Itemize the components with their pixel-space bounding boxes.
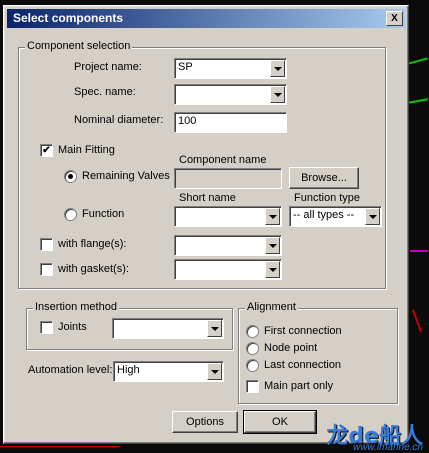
main-part-only-checkbox[interactable]	[246, 380, 259, 393]
dialog-title: Select components	[13, 11, 124, 25]
spec-name-select[interactable]	[174, 84, 287, 105]
check-icon: ✔	[42, 145, 51, 156]
background-line	[0, 446, 120, 447]
component-name-field[interactable]	[174, 168, 282, 189]
background-line	[408, 57, 428, 65]
last-connection-radio[interactable]	[246, 359, 259, 372]
flanges-select[interactable]	[174, 235, 282, 256]
short-name-select[interactable]	[174, 206, 282, 227]
close-button[interactable]: X	[386, 11, 403, 26]
select-components-dialog: Select components X Component selection …	[3, 5, 409, 444]
node-point-radio[interactable]	[246, 342, 259, 355]
with-gaskets-label: with gasket(s):	[58, 263, 129, 275]
main-fitting-checkbox[interactable]: ✔	[40, 144, 53, 157]
with-flanges-label: with flange(s):	[58, 238, 127, 250]
nominal-diameter-label: Nominal diameter:	[74, 114, 164, 126]
chevron-down-icon[interactable]	[270, 60, 285, 77]
automation-level-label: Automation level:	[28, 364, 113, 376]
node-point-label: Node point	[264, 342, 318, 354]
joints-label: Joints	[58, 321, 87, 333]
alignment-legend: Alignment	[245, 301, 298, 313]
options-button[interactable]: Options	[172, 411, 238, 433]
with-gaskets-checkbox[interactable]	[40, 263, 53, 276]
function-label: Function	[82, 208, 125, 220]
radio-dot-icon	[68, 174, 73, 179]
chevron-down-icon[interactable]	[270, 86, 285, 103]
title-bar: Select components X	[7, 9, 405, 28]
main-part-only-label: Main part only	[264, 380, 334, 392]
browse-button[interactable]: Browse...	[289, 167, 359, 189]
chevron-down-icon[interactable]	[207, 363, 222, 380]
with-flanges-checkbox[interactable]	[40, 238, 53, 251]
chevron-down-icon[interactable]	[365, 208, 380, 225]
joints-select[interactable]	[112, 318, 224, 339]
close-icon: X	[391, 13, 398, 24]
function-type-value: -- all types --	[293, 209, 355, 221]
insertion-method-legend: Insertion method	[33, 301, 119, 313]
background-line	[407, 98, 429, 104]
automation-level-select[interactable]: High	[113, 361, 224, 382]
function-type-select[interactable]: -- all types --	[289, 206, 382, 227]
first-connection-label: First connection	[264, 325, 342, 337]
first-connection-radio[interactable]	[246, 325, 259, 338]
chevron-down-icon[interactable]	[265, 208, 280, 225]
watermark-url: www.imarine.cn	[352, 442, 423, 453]
automation-level-value: High	[117, 364, 140, 376]
project-name-label: Project name:	[74, 61, 142, 73]
ok-button[interactable]: OK	[243, 410, 317, 434]
function-radio[interactable]	[64, 208, 77, 221]
main-fitting-label: Main Fitting	[58, 144, 115, 156]
component-name-header: Component name	[179, 154, 267, 166]
gaskets-select[interactable]	[174, 259, 282, 280]
spec-name-label: Spec. name:	[74, 86, 136, 98]
component-selection-legend: Component selection	[25, 40, 133, 52]
nominal-diameter-input[interactable]: 100	[174, 112, 287, 133]
project-name-value: SP	[178, 61, 193, 73]
short-name-header: Short name	[179, 192, 236, 204]
site-watermark: 龙de船人 www.imarine.cn	[326, 418, 423, 453]
joints-checkbox[interactable]	[40, 321, 53, 334]
background-line	[410, 250, 428, 252]
chevron-down-icon[interactable]	[265, 237, 280, 254]
function-type-header: Function type	[294, 192, 361, 204]
nominal-diameter-value: 100	[178, 115, 197, 127]
remaining-valves-label: Remaining Valves	[82, 170, 170, 182]
chevron-down-icon[interactable]	[207, 320, 222, 337]
remaining-valves-radio[interactable]	[64, 170, 77, 183]
chevron-down-icon[interactable]	[265, 261, 280, 278]
background-line	[411, 309, 423, 333]
project-name-select[interactable]: SP	[174, 58, 287, 79]
last-connection-label: Last connection	[264, 359, 342, 371]
